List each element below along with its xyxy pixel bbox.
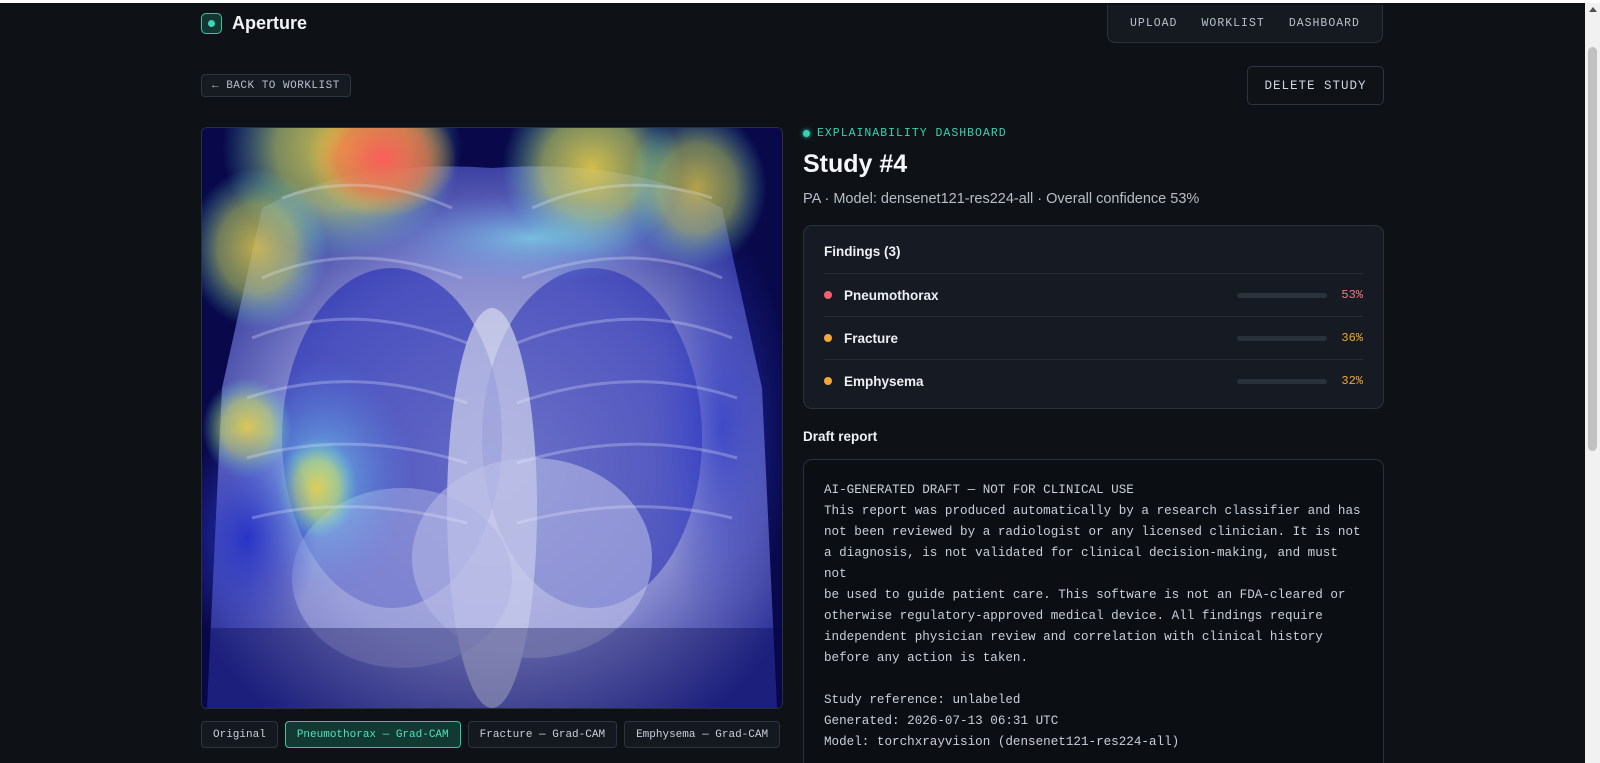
view-mode-tabs: Original Pneumothorax — Grad-CAM Fractur… (201, 721, 781, 748)
back-to-worklist-button[interactable]: ← BACK TO WORKLIST (201, 74, 351, 97)
delete-study-button[interactable]: DELETE STUDY (1247, 66, 1384, 105)
study-details-panel: EXPLAINABILITY DASHBOARD Study #4 PA · M… (803, 127, 1384, 763)
confidence-bar (1237, 378, 1327, 384)
findings-card: Findings (3) Pneumothorax 53% Fracture 3… (803, 225, 1384, 409)
confidence-bar (1237, 292, 1327, 298)
section-eyebrow: EXPLAINABILITY DASHBOARD (803, 127, 1384, 140)
severity-dot-icon (824, 334, 832, 342)
eyebrow-label: EXPLAINABILITY DASHBOARD (817, 127, 1007, 140)
chest-xray-heatmap (202, 128, 782, 708)
scroll-thumb[interactable] (1588, 47, 1597, 451)
finding-name: Emphysema (844, 373, 924, 389)
study-meta: PA · Model: densenet121-res224-all · Ove… (803, 191, 1200, 207)
nav-upload[interactable]: UPLOAD (1130, 17, 1177, 30)
confidence-value: 32% (1341, 374, 1363, 388)
severity-dot-icon (824, 377, 832, 385)
confidence-bar (1237, 335, 1327, 341)
nav-dashboard[interactable]: DASHBOARD (1289, 17, 1360, 30)
findings-title: Findings (3) (824, 244, 901, 259)
tab-original[interactable]: Original (201, 721, 278, 748)
draft-report-box[interactable]: AI-GENERATED DRAFT — NOT FOR CLINICAL US… (803, 459, 1384, 763)
finding-name: Fracture (844, 330, 899, 346)
tab-emphysema-gradcam[interactable]: Emphysema — Grad-CAM (624, 721, 781, 748)
xray-gradcam-image (201, 127, 783, 709)
app-name: Aperture (232, 13, 308, 33)
status-dot-icon (803, 130, 810, 137)
app-root: Aperture UPLOAD WORKLIST DASHBOARD ← BAC… (0, 3, 1585, 763)
top-nav: UPLOAD WORKLIST DASHBOARD (1107, 5, 1383, 43)
scroll-up-arrow-icon[interactable] (1589, 7, 1597, 12)
report-title: Draft report (803, 429, 878, 444)
page-scrollbar[interactable] (1585, 3, 1600, 763)
severity-dot-icon (824, 291, 832, 299)
finding-name: Pneumothorax (844, 287, 939, 303)
confidence-value: 53% (1341, 288, 1363, 302)
page-title: Study #4 (803, 150, 908, 178)
confidence-value: 36% (1341, 331, 1363, 345)
finding-row: Fracture 36% (824, 316, 1363, 359)
tab-pneumothorax-gradcam[interactable]: Pneumothorax — Grad-CAM (284, 721, 461, 748)
finding-row: Pneumothorax 53% (824, 273, 1363, 316)
logo-icon (201, 13, 222, 34)
brand[interactable]: Aperture (201, 13, 307, 34)
nav-worklist[interactable]: WORKLIST (1202, 17, 1265, 30)
finding-row: Emphysema 32% (824, 359, 1363, 402)
tab-fracture-gradcam[interactable]: Fracture — Grad-CAM (467, 721, 618, 748)
draft-report-text: AI-GENERATED DRAFT — NOT FOR CLINICAL US… (824, 483, 1361, 749)
